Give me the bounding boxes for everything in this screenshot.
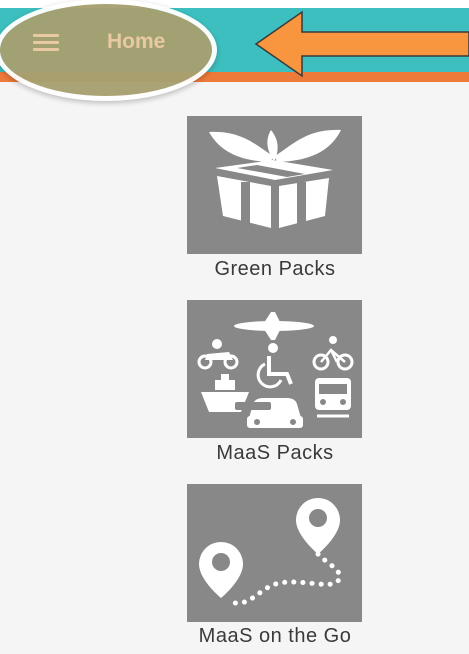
maas-packs-tile[interactable] <box>187 300 362 438</box>
route-pins-icon <box>199 498 343 606</box>
maas-on-the-go-label[interactable]: MaaS on the Go <box>125 625 425 648</box>
green-packs-label[interactable]: Green Packs <box>125 258 425 281</box>
green-packs-tile[interactable] <box>187 116 362 254</box>
hamburger-menu-icon[interactable] <box>33 34 59 52</box>
maas-packs-label[interactable]: MaaS Packs <box>125 442 425 465</box>
left-arrow-icon <box>254 10 469 78</box>
transport-modes-icon <box>197 312 354 428</box>
page-title: Home <box>107 30 166 53</box>
highlight-circle <box>0 4 212 96</box>
gift-box-icon <box>209 129 341 228</box>
maas-on-the-go-tile[interactable] <box>187 484 362 622</box>
